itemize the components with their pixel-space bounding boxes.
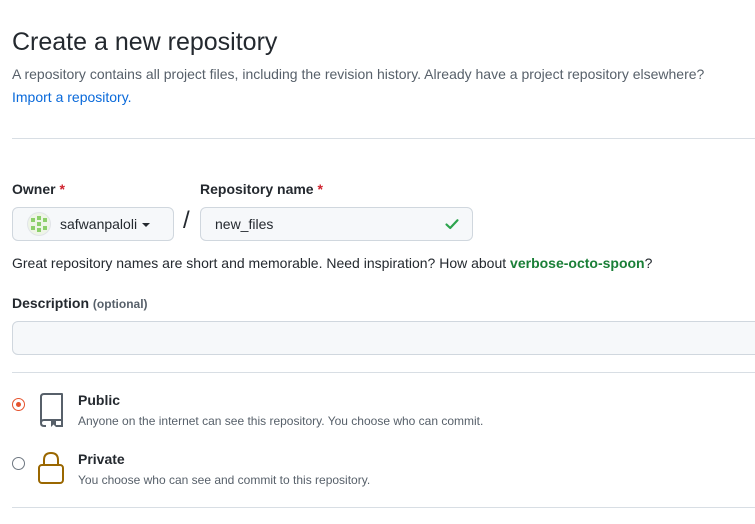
page-title: Create a new repository [12,28,278,56]
repo-name-label: Repository name * [200,181,323,197]
repo-icon [40,393,63,427]
page-subtitle: A repository contains all project files,… [12,66,705,82]
private-option-title: Private [78,451,125,467]
divider [12,138,755,139]
divider [12,507,755,508]
divider [12,372,755,373]
repo-name-hint: Great repository names are short and mem… [12,255,652,271]
owner-label-text: Owner [12,181,56,197]
owner-dropdown-button[interactable]: safwanpaloli [12,207,174,241]
import-repository-link[interactable]: Import a repository. [12,89,132,105]
private-option-description: You choose who can see and commit to thi… [78,473,371,487]
description-label: Description (optional) [12,295,148,311]
owner-label: Owner * [12,181,65,197]
caret-down-icon [142,223,151,227]
description-input[interactable] [12,321,755,355]
hint-suffix: ? [644,255,653,271]
public-option-description: Anyone on the internet can see this repo… [78,414,484,428]
hint-text: Great repository names are short and mem… [12,255,511,271]
repo-name-value[interactable]: new_files [215,216,273,232]
required-marker: * [317,181,323,197]
public-option-title: Public [78,392,121,408]
public-radio[interactable] [12,398,25,411]
required-marker: * [59,181,65,197]
lock-icon [38,451,64,484]
private-radio[interactable] [12,457,25,470]
owner-repo-separator: / [183,207,190,234]
repo-name-label-text: Repository name [200,181,314,197]
name-suggestion-link[interactable]: verbose-octo-spoon [510,255,645,271]
owner-name: safwanpaloli [60,216,138,232]
description-label-text: Description [12,295,90,311]
avatar [28,213,50,235]
check-icon [445,219,459,230]
repo-name-input[interactable]: new_files [200,207,473,241]
optional-note: (optional) [92,297,148,311]
